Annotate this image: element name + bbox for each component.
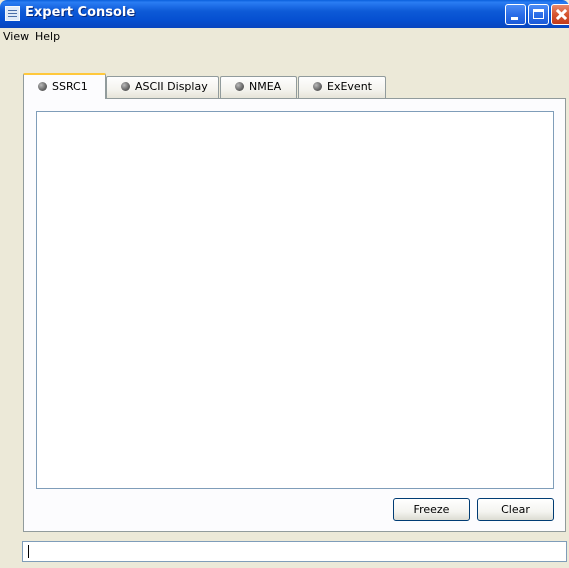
- gray-status-dot-icon: [121, 82, 130, 91]
- tab-exevent[interactable]: ExEvent: [298, 76, 386, 98]
- close-button[interactable]: [551, 4, 569, 25]
- console-output-area[interactable]: [36, 111, 554, 489]
- title-bar[interactable]: Expert Console: [0, 0, 569, 28]
- tab-nmea[interactable]: NMEA: [220, 76, 297, 98]
- expert-console-window: Expert Console View Help SSRC1 ASCII Dis…: [0, 0, 569, 568]
- gray-status-dot-icon: [235, 82, 244, 91]
- window-title: Expert Console: [25, 5, 136, 20]
- text-caret: [28, 545, 29, 558]
- clear-button[interactable]: Clear: [477, 498, 554, 521]
- gray-status-dot-icon: [38, 82, 47, 91]
- tab-ssrc1[interactable]: SSRC1: [23, 73, 106, 99]
- command-input[interactable]: [22, 541, 567, 562]
- minimize-button[interactable]: [505, 4, 526, 25]
- tab-label: SSRC1: [52, 80, 88, 93]
- freeze-button[interactable]: Freeze: [393, 498, 470, 521]
- tab-label: NMEA: [249, 80, 282, 93]
- app-icon: [5, 6, 20, 21]
- menu-help[interactable]: Help: [35, 30, 60, 43]
- tab-label: ExEvent: [327, 80, 372, 93]
- menu-view[interactable]: View: [3, 30, 29, 43]
- maximize-button[interactable]: [528, 4, 549, 25]
- tab-panel: Freeze Clear: [23, 98, 566, 532]
- gray-status-dot-icon: [313, 82, 322, 91]
- tab-ascii-display[interactable]: ASCII Display: [106, 76, 219, 98]
- menu-bar: View Help: [0, 28, 569, 47]
- tab-label: ASCII Display: [135, 80, 208, 93]
